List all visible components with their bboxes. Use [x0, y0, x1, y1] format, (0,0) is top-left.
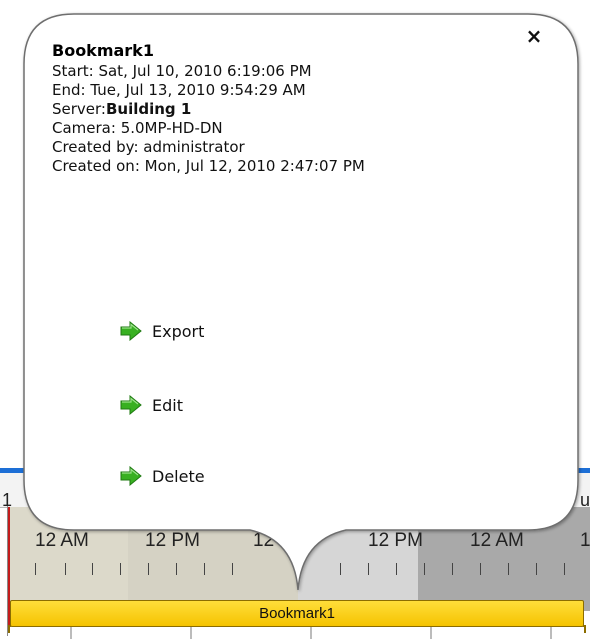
timeline-tick: [480, 563, 481, 575]
end-line: End: Tue, Jul 13, 2010 9:54:29 AM: [52, 81, 552, 100]
timeline-tick: [396, 563, 397, 575]
timeline-tick: [120, 563, 121, 575]
timeline-tick: [452, 563, 453, 575]
close-icon[interactable]: ×: [522, 24, 546, 48]
delete-button[interactable]: Delete: [120, 464, 205, 488]
timeline-tick: [92, 563, 93, 575]
bookmark-bar[interactable]: Bookmark1: [8, 600, 586, 633]
timeline-tick: [340, 563, 341, 575]
server-line: Server:Building 1: [52, 100, 552, 119]
timeline-segment: [8, 507, 128, 611]
delete-label: Delete: [152, 466, 205, 486]
export-button[interactable]: Export: [120, 319, 204, 343]
edit-label: Edit: [152, 395, 183, 415]
end-label: End:: [52, 81, 91, 99]
timeline-segment: [128, 507, 298, 611]
timeline-tick: [232, 563, 233, 575]
server-label: Server:: [52, 100, 106, 118]
end-value: Tue, Jul 13, 2010 9:54:29 AM: [90, 81, 306, 99]
timeline-segment: [418, 507, 590, 611]
start-line: Start: Sat, Jul 10, 2010 6:19:06 PM: [52, 62, 552, 81]
bookmark-popup: Bookmark1 Start: Sat, Jul 10, 2010 6:19:…: [52, 40, 552, 176]
edit-button[interactable]: Edit: [120, 393, 183, 417]
green-arrow-icon: [120, 321, 142, 341]
camera-value: 5.0MP-HD-DN: [120, 119, 223, 137]
timeline-lower-track: [10, 627, 584, 639]
hour-label: 12 PM: [368, 530, 423, 551]
created-by-line: Created by: administrator: [52, 138, 552, 157]
created-on-line: Created on: Mon, Jul 12, 2010 2:47:07 PM: [52, 157, 552, 176]
hour-label: 12: [253, 530, 275, 551]
timeline-hour-row[interactable]: [8, 507, 590, 611]
timeline-tick: [564, 563, 565, 575]
green-arrow-icon: [120, 466, 142, 486]
timeline-tick: [508, 563, 509, 575]
created-by-label: Created by:: [52, 138, 144, 156]
bookmark-bar-label: Bookmark1: [259, 605, 335, 622]
timeline-date-row: [0, 473, 590, 508]
timeline-tick: [424, 563, 425, 575]
timeline-tick: [35, 563, 36, 575]
timeline-tick: [204, 563, 205, 575]
hour-label: 12 PM: [145, 530, 200, 551]
timeline-date-fragment: 1: [2, 490, 13, 510]
created-by-value: administrator: [143, 138, 245, 156]
hour-label: 12 AM: [35, 530, 89, 551]
export-label: Export: [152, 321, 205, 341]
hour-label: 12 AM: [470, 530, 524, 551]
timeline-tick: [176, 563, 177, 575]
timeline-date-fragment: u: [580, 490, 590, 510]
created-on-value: Mon, Jul 12, 2010 2:47:07 PM: [144, 157, 365, 175]
start-value: Sat, Jul 10, 2010 6:19:06 PM: [98, 62, 312, 80]
stage: 1 u 12 AM 12 PM 12 12 PM 12 AM 1 Bookmar…: [0, 0, 590, 639]
timeline-segment: [298, 507, 418, 611]
created-on-label: Created on:: [52, 157, 145, 175]
green-arrow-icon: [120, 395, 142, 415]
timeline-tick: [65, 563, 66, 575]
camera-line: Camera: 5.0MP-HD-DN: [52, 119, 552, 138]
camera-label: Camera:: [52, 119, 121, 137]
timeline-tick: [368, 563, 369, 575]
bookmark-title: Bookmark1: [52, 41, 154, 60]
timeline-tick: [536, 563, 537, 575]
timeline-tick: [148, 563, 149, 575]
server-value: Building 1: [105, 100, 192, 118]
start-label: Start:: [52, 62, 99, 80]
hour-label: 1: [580, 530, 590, 551]
